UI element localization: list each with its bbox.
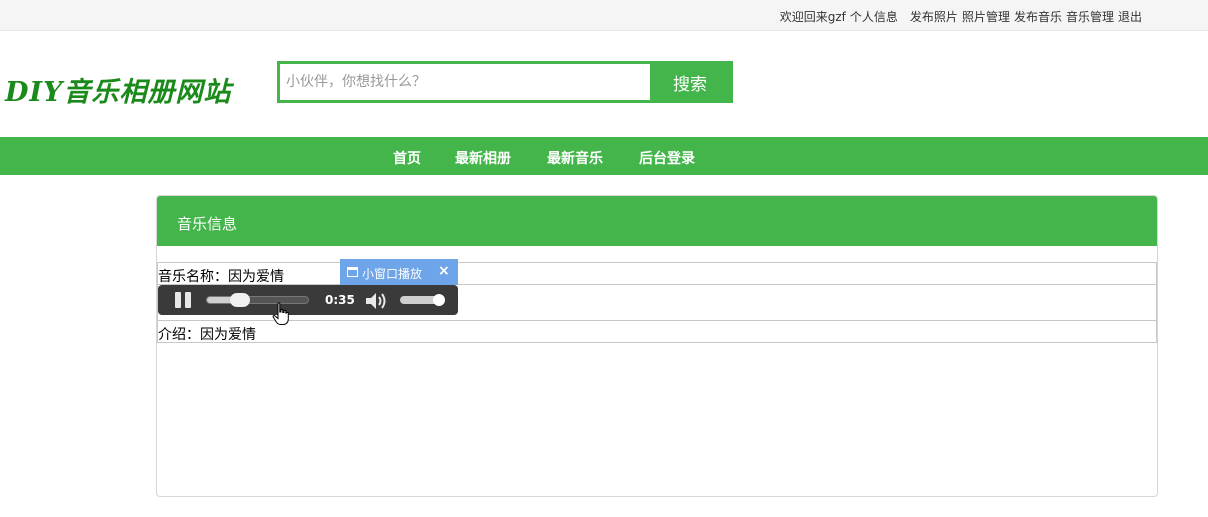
audio-player: 0:35 [158, 285, 458, 315]
logout-link[interactable]: 退出 [1118, 10, 1142, 24]
nav-item-latest-music[interactable]: 最新音乐 [547, 148, 603, 168]
music-info-panel: 音乐信息 音乐名称：因为爱情 介绍：因为爱情 小窗口播放 × 0:35 [156, 195, 1158, 497]
photo-manage-link[interactable]: 照片管理 [962, 10, 1010, 24]
nav-item-home[interactable]: 首页 [393, 148, 421, 168]
search-button[interactable]: 搜索 [650, 64, 730, 100]
music-manage-link[interactable]: 音乐管理 [1066, 10, 1114, 24]
music-desc-label: 介绍： [158, 327, 200, 343]
pause-icon[interactable] [175, 292, 191, 308]
music-name-label: 音乐名称： [158, 269, 228, 285]
music-name-row: 音乐名称：因为爱情 [157, 262, 1157, 285]
music-name-value: 因为爱情 [228, 269, 284, 285]
current-time: 0:35 [325, 293, 355, 307]
main-nav: 首页 最新相册 最新音乐 后台登录 [0, 137, 1208, 175]
close-icon[interactable]: × [438, 263, 450, 279]
panel-title: 音乐信息 [177, 215, 238, 233]
publish-music-link[interactable]: 发布音乐 [1014, 10, 1062, 24]
music-desc-value: 因为爱情 [200, 327, 256, 343]
volume-slider[interactable] [400, 294, 445, 306]
search-input[interactable] [280, 64, 653, 100]
volume-handle[interactable] [433, 294, 445, 306]
progress-slider[interactable] [206, 293, 309, 307]
progress-handle[interactable] [230, 293, 250, 307]
nav-item-latest-albums[interactable]: 最新相册 [455, 148, 511, 168]
panel-header: 音乐信息 [157, 196, 1157, 246]
profile-link[interactable]: 个人信息 [850, 10, 898, 24]
search-box: 搜索 [277, 61, 733, 103]
mini-window-popout: 小窗口播放 × [340, 259, 458, 285]
user-links: 欢迎回来gzf 个人信息 发布照片 照片管理 发布音乐 音乐管理 退出 [780, 8, 1142, 25]
publish-photo-link[interactable]: 发布照片 [910, 10, 958, 24]
window-icon [347, 267, 358, 277]
music-desc-text: 介绍：因为爱情 [158, 324, 256, 344]
site-logo[interactable]: DIY音乐相册网站 [5, 70, 231, 109]
music-name-text: 音乐名称：因为爱情 [158, 266, 284, 286]
volume-icon[interactable] [365, 292, 389, 310]
music-desc-row: 介绍：因为爱情 [157, 320, 1157, 343]
hand-cursor-icon [272, 302, 289, 325]
mini-window-play-button[interactable]: 小窗口播放 [362, 265, 422, 282]
top-bar: 欢迎回来gzf 个人信息 发布照片 照片管理 发布音乐 音乐管理 退出 [0, 0, 1208, 31]
welcome-text: 欢迎回来gzf [779, 10, 846, 24]
nav-item-admin-login[interactable]: 后台登录 [639, 148, 695, 168]
